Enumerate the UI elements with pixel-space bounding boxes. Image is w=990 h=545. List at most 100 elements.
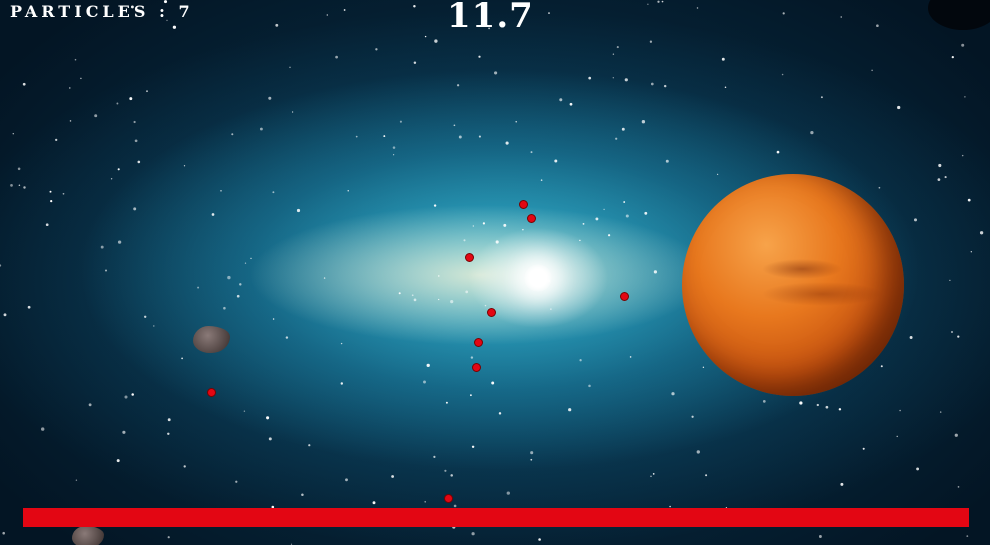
mars-planet (682, 174, 904, 396)
star-dot (345, 478, 348, 482)
star-dot (641, 120, 646, 124)
star-dot (124, 395, 128, 399)
star-dot (776, 150, 780, 154)
star-dot (603, 208, 605, 211)
star-dot (110, 178, 113, 180)
star-dot (433, 204, 437, 207)
star-dot (472, 225, 474, 227)
health-bar-fill (23, 508, 969, 527)
star-dot (470, 394, 472, 397)
star-dot (954, 433, 958, 437)
star-dot (623, 201, 626, 203)
star-dot (540, 179, 543, 181)
star-dot (530, 151, 533, 154)
star-dot (818, 535, 822, 538)
star-dot (122, 430, 126, 434)
star-dot (579, 239, 581, 242)
star-dot (398, 292, 401, 295)
star-dot (393, 154, 395, 156)
star-dot (399, 120, 402, 123)
star-dot (227, 275, 231, 280)
star-dot (131, 393, 134, 396)
star-dot (615, 137, 618, 140)
star-dot (450, 300, 454, 304)
star-dot (181, 357, 183, 360)
star-dot (612, 77, 614, 79)
star-dot (498, 412, 502, 415)
star-dot (838, 408, 842, 411)
star-dot (463, 239, 466, 242)
star-dot (146, 90, 148, 93)
particle (465, 253, 474, 262)
star-dot (12, 132, 15, 135)
star-dot (236, 294, 240, 298)
star-dot (650, 82, 654, 86)
particle (487, 308, 496, 317)
star-dot (2, 531, 5, 535)
star-dot (231, 133, 234, 136)
star-dot (308, 444, 311, 447)
star-dot (220, 189, 222, 192)
star-dot (471, 445, 475, 449)
star-dot (323, 277, 326, 279)
star-dot (650, 475, 652, 478)
star-dot (10, 184, 13, 187)
star-dot (55, 138, 58, 142)
star-dot (80, 77, 82, 80)
star-dot (289, 66, 291, 69)
star-dot (913, 218, 918, 222)
star-dot (721, 57, 725, 61)
star-dot (69, 120, 72, 122)
star-dot (413, 5, 416, 8)
star-dot (876, 24, 879, 28)
star-dot (197, 286, 200, 289)
star-dot (530, 451, 534, 455)
star-dot (413, 61, 417, 64)
star-dot (878, 186, 881, 189)
star-dot (595, 217, 599, 221)
star-dot (494, 71, 498, 75)
star-dot (438, 298, 440, 301)
particle (519, 200, 528, 209)
star-dot (897, 105, 901, 110)
star-dot (144, 315, 147, 318)
star-dot (100, 245, 104, 249)
star-dot (538, 538, 541, 541)
star-dot (716, 173, 719, 176)
particle (472, 363, 481, 372)
star-dot (444, 469, 447, 472)
star-dot (167, 536, 170, 539)
star-dot (17, 167, 21, 171)
particle (474, 338, 483, 347)
star-dot (411, 294, 414, 297)
star-dot (840, 482, 844, 486)
star-dot (825, 405, 829, 409)
timer: 11.7 (447, 0, 534, 36)
star-dot (285, 336, 289, 339)
star-dot (137, 160, 141, 164)
star-dot (340, 342, 343, 345)
star-dot (183, 165, 186, 167)
health-bar (23, 508, 969, 527)
star-dot (554, 159, 558, 163)
star-dot (484, 304, 487, 307)
star-dot (820, 96, 823, 99)
star-dot (453, 504, 457, 508)
star-dot (503, 223, 507, 227)
star-dot (938, 163, 942, 168)
star-dot (423, 380, 426, 384)
star-dot (482, 222, 486, 225)
star-dot (625, 214, 629, 218)
star-dot (239, 283, 242, 286)
game-canvas[interactable]: PARTICLES : 7 11.7 (0, 0, 990, 545)
particles-counter: PARTICLES : 7 (10, 2, 194, 21)
star-dot (629, 356, 632, 358)
star-dot (383, 135, 386, 138)
star-dot (696, 450, 700, 454)
star-dot (343, 9, 346, 11)
star-dot (235, 480, 238, 483)
particle (444, 494, 453, 503)
star-dot (75, 479, 78, 481)
star-dot (612, 53, 615, 55)
star-dot (117, 168, 120, 171)
